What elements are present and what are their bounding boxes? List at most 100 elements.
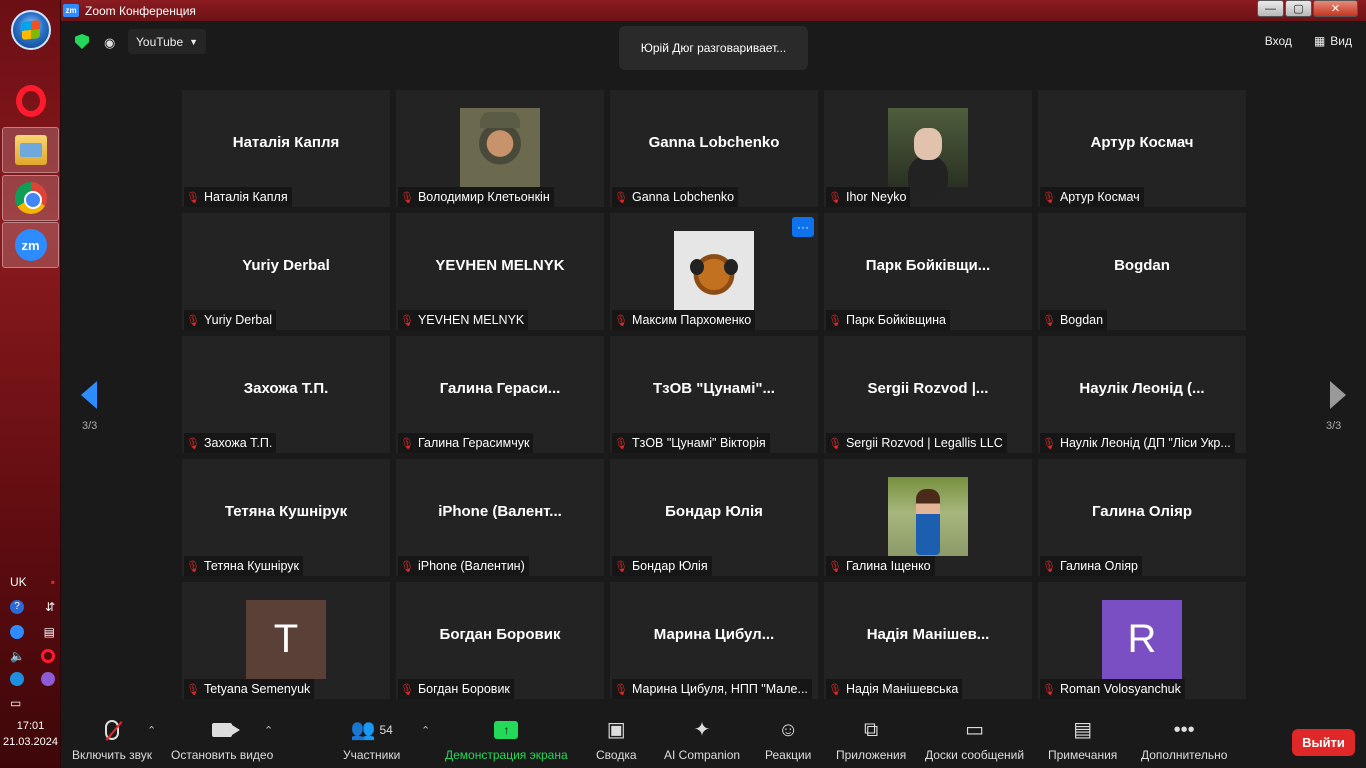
participant-tile[interactable]: Bogdan 🎙 Bogdan xyxy=(1038,213,1246,330)
participant-tile[interactable]: Наталія Капля 🎙 Наталія Капля xyxy=(182,90,390,207)
participant-display-name: Артур Космач xyxy=(1090,134,1194,151)
participant-name-label: 🎙 Sergii Rozvod | Legallis LLC xyxy=(826,433,1007,453)
chevron-down-icon: ▼ xyxy=(189,36,199,47)
notes-button[interactable]: ▤ Примечания xyxy=(1048,718,1117,762)
unmute-button[interactable]: Включить звук xyxy=(72,718,152,762)
reactions-button[interactable]: ☺ Реакции xyxy=(765,718,811,762)
muted-mic-icon xyxy=(105,720,120,740)
participant-name: Bogdan xyxy=(1059,313,1104,327)
zoom-taskbar-button[interactable]: zm xyxy=(2,222,59,268)
desktop-icon[interactable]: ▭ xyxy=(10,696,21,710)
participant-tile[interactable]: Богдан Боровик 🎙 Богдан Боровик xyxy=(396,582,604,699)
participant-tile[interactable]: Парк Бойківщи... 🎙 Парк Бойківщина xyxy=(824,213,1032,330)
exit-button[interactable]: Вход xyxy=(1265,34,1292,48)
edge-icon[interactable] xyxy=(10,672,24,686)
opera-tray-icon[interactable] xyxy=(41,649,55,663)
participant-tile[interactable]: YEVHEN MELNYK 🎙 YEVHEN MELNYK xyxy=(396,213,604,330)
participant-tile[interactable]: Галина Оліяр 🎙 Галина Оліяр xyxy=(1038,459,1246,576)
share-screen-button[interactable]: ↑ Демонстрация экрана xyxy=(445,718,568,762)
participant-tile[interactable]: Захожа Т.П. 🎙 Захожа Т.П. xyxy=(182,336,390,453)
participant-name-label: 🎙 Галина Оліяр xyxy=(1040,556,1142,576)
whiteboards-button[interactable]: ▭ Доски сообщений xyxy=(925,718,1024,762)
live-stream-icon[interactable]: ◉ xyxy=(104,35,115,51)
apps-button[interactable]: ⧉ Приложения xyxy=(836,718,906,762)
active-speaker-banner: Юрій Дюг разговаривает... xyxy=(619,26,808,70)
participants-options-caret-icon[interactable]: ⌃ xyxy=(421,724,430,737)
participant-name-label: 🎙 Максим Пархоменко xyxy=(612,310,756,330)
chrome-taskbar-button[interactable] xyxy=(2,175,59,221)
participant-name: Наталія Капля xyxy=(203,190,288,204)
participant-tile[interactable]: Тетяна Кушнірук 🎙 Тетяна Кушнірук xyxy=(182,459,390,576)
volume-icon[interactable]: 🔈 xyxy=(10,649,25,663)
tile-more-options-button[interactable]: ··· xyxy=(792,217,814,237)
system-clock[interactable]: 17:01 21.03.2024 xyxy=(0,718,61,750)
clipboard-icon[interactable]: ▤ xyxy=(44,625,55,639)
participant-name-label: 🎙 Наулік Леонід (ДП "Ліси Укр... xyxy=(1040,433,1235,453)
previous-page-arrow-icon[interactable] xyxy=(81,381,97,409)
apps-icon: ⧉ xyxy=(863,719,879,741)
windows-taskbar: zm UK ▪ ? ⇵ ▤ 🔈 ▭ 17:01 21.03.2024 xyxy=(0,0,61,768)
participant-name: Тетяна Кушнірук xyxy=(203,559,300,573)
participant-name: iPhone (Валентин) xyxy=(417,559,525,573)
participant-tile[interactable]: 🎙 Ihor Neyko xyxy=(824,90,1032,207)
participant-tile[interactable]: Галина Гераси... 🎙 Галина Герасимчук xyxy=(396,336,604,453)
participant-tile[interactable]: Надія Манішев... 🎙 Надія Манішевська xyxy=(824,582,1032,699)
viber-icon[interactable] xyxy=(41,672,55,686)
participant-tile[interactable]: ТзОВ "Цунамі"... 🎙 ТзОВ "Цунамі" Вікторія xyxy=(610,336,818,453)
participant-display-name: Богдан Боровик xyxy=(439,626,561,643)
opera-taskbar-button[interactable] xyxy=(2,78,59,124)
leave-meeting-button[interactable]: Выйти xyxy=(1292,729,1355,756)
participant-tile[interactable]: Sergii Rozvod |... 🎙 Sergii Rozvod | Legal… xyxy=(824,336,1032,453)
participant-name: ТзОВ "Цунамі" Вікторія xyxy=(631,436,766,450)
maximize-button[interactable]: ▢ xyxy=(1285,0,1312,17)
participant-display-name: ТзОВ "Цунамі"... xyxy=(653,380,775,397)
participant-display-name: Галина Гераси... xyxy=(439,380,561,397)
stop-video-button[interactable]: Остановить видео xyxy=(171,718,273,762)
zoom-logo-icon: zm xyxy=(63,4,79,17)
participant-tile[interactable]: Артур Космач 🎙 Артур Космач xyxy=(1038,90,1246,207)
language-indicator[interactable]: UK xyxy=(10,575,27,589)
ai-companion-button[interactable]: ✦ AI Companion xyxy=(664,718,740,762)
participant-tile[interactable]: Бондар Юлія 🎙 Бондар Юлія xyxy=(610,459,818,576)
participant-tile[interactable]: Марина Цибул... 🎙 Марина Цибуля, НПП "Мале… xyxy=(610,582,818,699)
muted-mic-icon: 🎙 xyxy=(828,437,842,450)
muted-mic-icon: 🎙 xyxy=(186,683,200,696)
window-title: Zoom Конференция xyxy=(85,3,196,18)
next-page-arrow-icon[interactable] xyxy=(1330,381,1346,409)
view-button[interactable]: ▦ Вид xyxy=(1314,34,1352,48)
participants-button[interactable]: 👥 54 Участники xyxy=(343,718,400,762)
participant-tile[interactable]: T 🎙 Tetyana Semenyuk xyxy=(182,582,390,699)
network-icon[interactable]: ⇵ xyxy=(45,600,55,614)
participant-tile[interactable]: Наулік Леонід (... 🎙 Наулік Леонід (ДП "Лі… xyxy=(1038,336,1246,453)
zoom-tray-icon[interactable] xyxy=(10,625,24,639)
help-icon[interactable]: ? xyxy=(10,600,24,614)
video-options-caret-icon[interactable]: ⌃ xyxy=(264,724,273,737)
security-shield-icon[interactable] xyxy=(75,34,89,49)
participant-photo xyxy=(460,108,540,187)
participant-tile[interactable]: Yuriy Derbal 🎙 Yuriy Derbal xyxy=(182,213,390,330)
file-explorer-icon xyxy=(14,135,47,165)
start-button[interactable] xyxy=(11,10,51,50)
summary-icon: ▣ xyxy=(606,719,626,741)
participant-tile[interactable]: 🎙 Галина Іщенко xyxy=(824,459,1032,576)
minimize-button[interactable]: — xyxy=(1257,0,1284,17)
participant-name: Захожа Т.П. xyxy=(203,436,273,450)
participant-tile[interactable]: iPhone (Валент... 🎙 iPhone (Валентин) xyxy=(396,459,604,576)
participant-tile[interactable]: R 🎙 Roman Volosyanchuk xyxy=(1038,582,1246,699)
participant-name-label: 🎙 ТзОВ "Цунамі" Вікторія xyxy=(612,433,770,453)
summary-label: Сводка xyxy=(596,748,637,762)
explorer-taskbar-button[interactable] xyxy=(2,127,59,173)
participant-name-label: 🎙 YEVHEN MELNYK xyxy=(398,310,529,330)
muted-mic-icon: 🎙 xyxy=(186,560,200,573)
reactions-label: Реакции xyxy=(765,748,812,762)
audio-options-caret-icon[interactable]: ⌃ xyxy=(147,724,156,737)
more-button[interactable]: ••• Дополнительно xyxy=(1141,718,1227,762)
close-button[interactable]: ✕ xyxy=(1313,0,1358,17)
share-screen-label: Демонстрация экрана xyxy=(445,748,568,762)
participant-tile[interactable]: Ganna Lobchenko 🎙 Ganna Lobchenko xyxy=(610,90,818,207)
muted-mic-icon: 🎙 xyxy=(828,560,842,573)
participant-tile[interactable]: 🎙 Володимир Клетьонкін xyxy=(396,90,604,207)
livestream-dropdown[interactable]: YouTube ▼ xyxy=(128,29,207,54)
participant-tile[interactable]: ··· 🎙 Максим Пархоменко xyxy=(610,213,818,330)
summary-button[interactable]: ▣ Сводка xyxy=(596,718,637,762)
